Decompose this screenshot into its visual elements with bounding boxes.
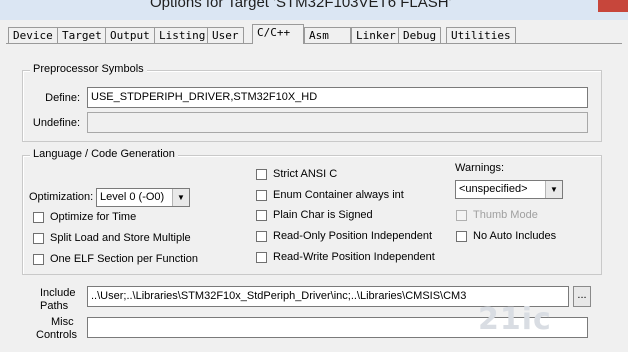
enum-container-checkbox[interactable] (256, 190, 267, 201)
tab-asm[interactable]: Asm (304, 27, 351, 43)
optimization-label: Optimization: (29, 191, 94, 203)
ro-position-label: Read-Only Position Independent (273, 230, 432, 242)
tab-listing[interactable]: Listing (154, 27, 211, 43)
undefine-label: Undefine: (32, 117, 80, 129)
include-paths-browse-button[interactable]: ... (573, 286, 591, 307)
tab-utilities[interactable]: Utilities (446, 27, 516, 43)
enum-container-label: Enum Container always int (273, 189, 404, 201)
tab-output[interactable]: Output (105, 27, 155, 43)
one-elf-section-label: One ELF Section per Function (50, 253, 198, 265)
rw-position-label: Read-Write Position Independent (273, 251, 435, 263)
language-group-title: Language / Code Generation (30, 148, 178, 160)
tab-device[interactable]: Device (8, 27, 58, 43)
undefine-input[interactable] (87, 112, 588, 133)
window-title: Options for Target 'STM32F103VET6 FLASH' (150, 0, 452, 11)
optimize-for-time-checkbox[interactable] (33, 212, 44, 223)
include-paths-label-line1: Include (40, 287, 76, 299)
thumb-mode-label: Thumb Mode (473, 209, 538, 221)
strict-ansi-label: Strict ANSI C (273, 168, 338, 180)
misc-controls-label-line2: Controls (36, 329, 77, 341)
include-paths-label-line2: Paths (40, 300, 69, 312)
plain-char-label: Plain Char is Signed (273, 209, 373, 221)
rw-position-checkbox[interactable] (256, 252, 267, 263)
tab-debug[interactable]: Debug (398, 27, 442, 43)
split-load-store-checkbox[interactable] (33, 233, 44, 244)
ro-position-checkbox[interactable] (256, 231, 267, 242)
plain-char-checkbox[interactable] (256, 210, 267, 221)
chevron-down-icon: ▼ (172, 189, 189, 206)
tab-linker[interactable]: Linker (351, 27, 401, 43)
warnings-select[interactable]: <unspecified> ▼ (455, 180, 563, 199)
one-elf-section-checkbox[interactable] (33, 254, 44, 265)
thumb-mode-checkbox[interactable] (456, 210, 467, 221)
preprocessor-group-title: Preprocessor Symbols (30, 63, 147, 75)
strict-ansi-checkbox[interactable] (256, 169, 267, 180)
optimization-value: Level 0 (-O0) (100, 191, 165, 203)
tab-target[interactable]: Target (57, 27, 107, 43)
tab-divider (6, 43, 622, 44)
chevron-down-icon: ▼ (545, 181, 562, 198)
split-load-store-label: Split Load and Store Multiple (50, 232, 191, 244)
define-input[interactable]: USE_STDPERIPH_DRIVER,STM32F10X_HD (87, 87, 588, 108)
close-button[interactable] (598, 0, 628, 12)
watermark-logo: 21ic (478, 302, 552, 337)
warnings-label: Warnings: (455, 162, 505, 174)
define-label: Define: (45, 92, 80, 104)
tab-user[interactable]: User (207, 27, 244, 43)
optimization-select[interactable]: Level 0 (-O0) ▼ (96, 188, 190, 207)
misc-controls-label-line1: Misc (51, 316, 74, 328)
warnings-value: <unspecified> (459, 183, 528, 195)
optimize-for-time-label: Optimize for Time (50, 211, 137, 223)
no-auto-includes-label: No Auto Includes (473, 230, 557, 242)
no-auto-includes-checkbox[interactable] (456, 231, 467, 242)
tab-c-cpp[interactable]: C/C++ (252, 24, 304, 44)
